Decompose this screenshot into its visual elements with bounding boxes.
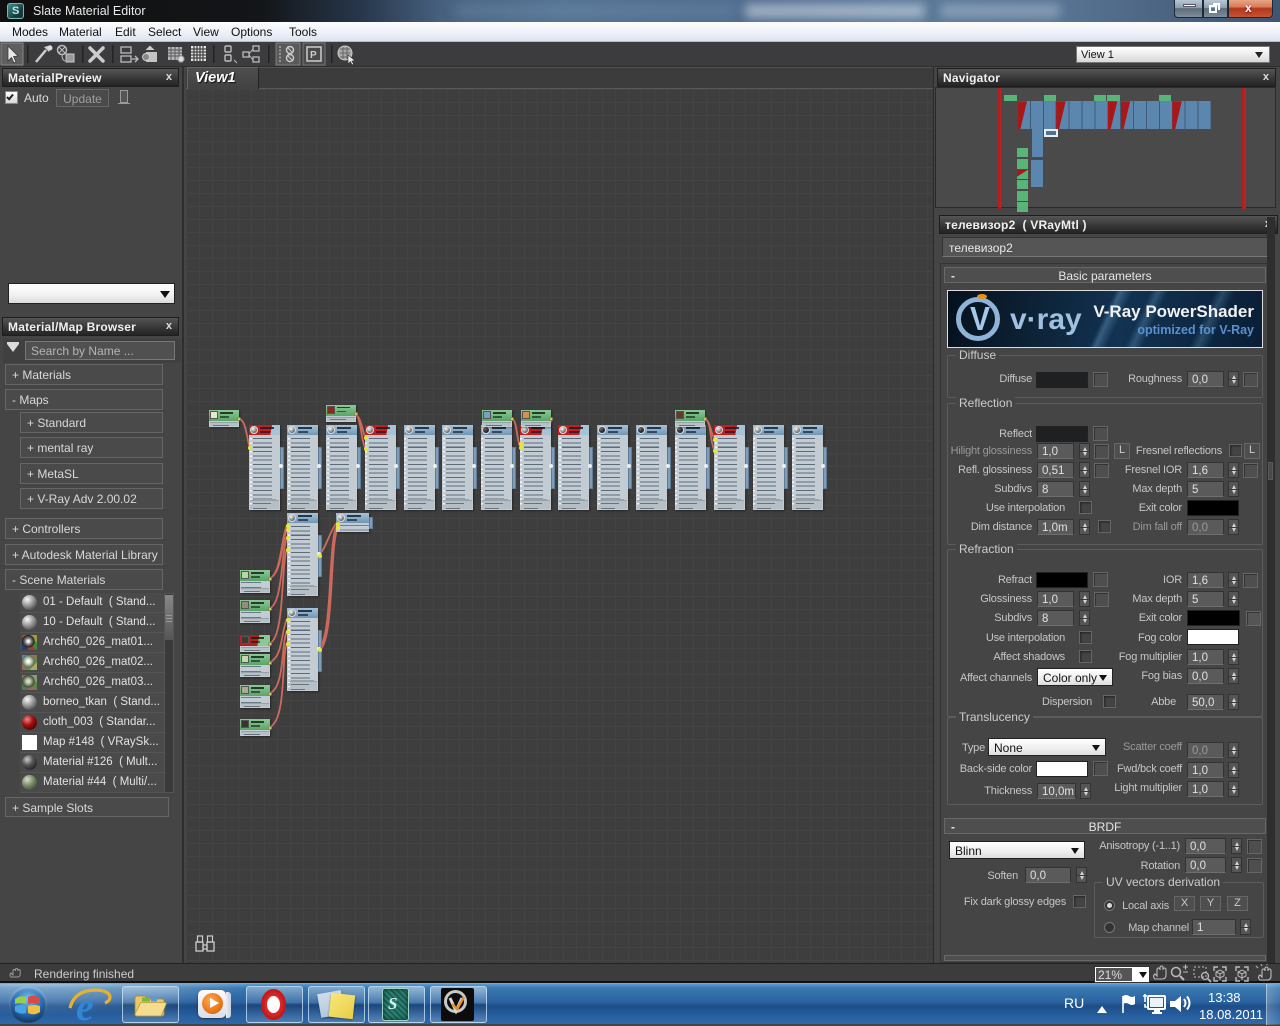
svg-text:P: P xyxy=(310,50,317,61)
